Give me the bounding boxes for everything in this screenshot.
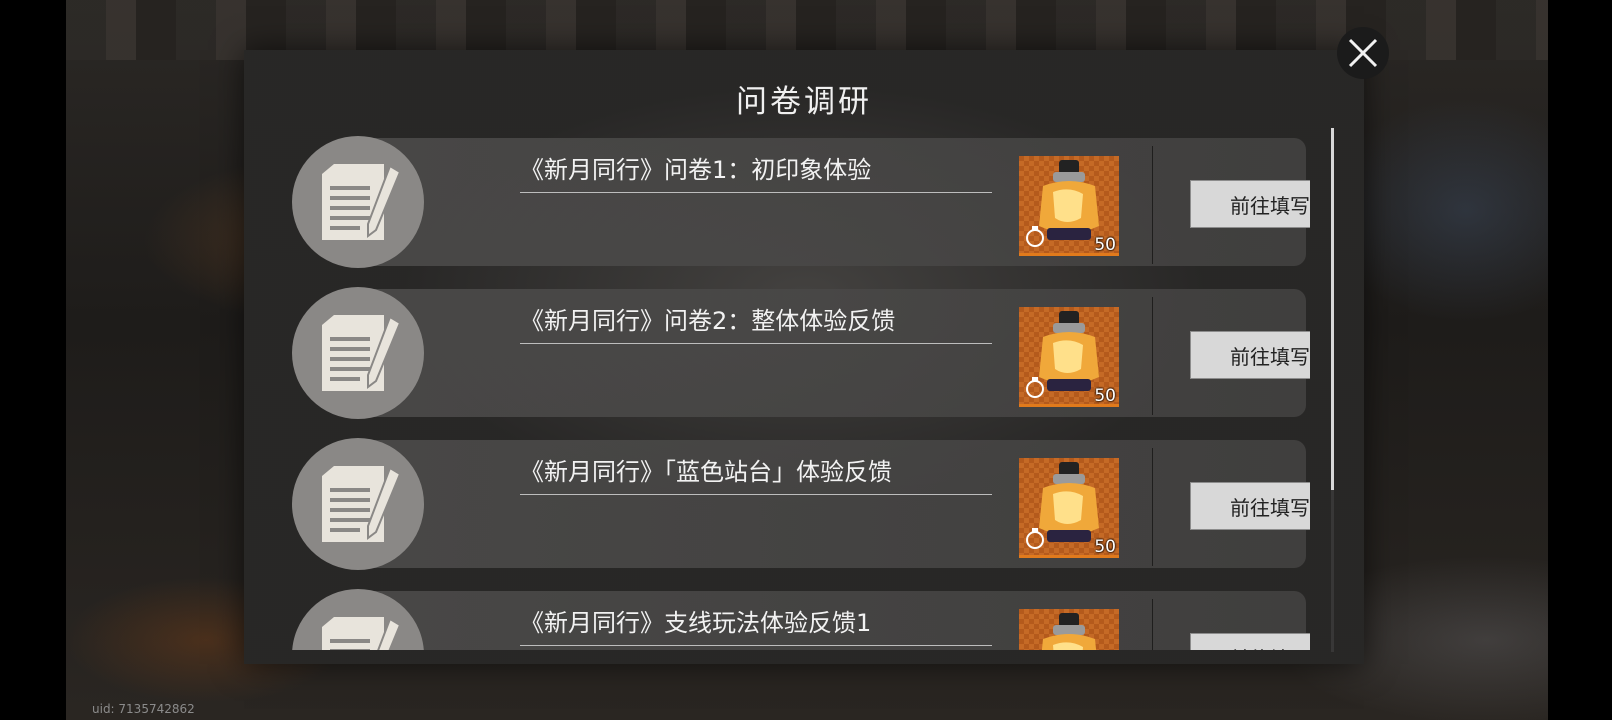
survey-title: 《新月同行》支线玩法体验反馈1 — [520, 609, 872, 637]
document-pen-icon — [322, 315, 402, 391]
title-underline — [520, 645, 992, 646]
close-button[interactable] — [1337, 27, 1389, 79]
survey-title: 《新月同行》问卷2：整体体验反馈 — [520, 307, 896, 335]
reward-item[interactable]: 50 — [1019, 156, 1119, 256]
survey-card: 《新月同行》问卷1：初印象体验 50 前往填写 — [356, 138, 1310, 266]
reward-rarity-bar — [1019, 555, 1119, 558]
reward-count: 50 — [1094, 537, 1116, 557]
title-underline — [520, 343, 992, 344]
document-pen-icon — [322, 466, 402, 542]
row-divider — [1152, 297, 1153, 415]
title-underline — [520, 494, 992, 495]
survey-row: 《新月同行》问卷2：整体体验反馈 50 前往填写 — [286, 285, 1310, 419]
reward-item[interactable]: 50 — [1019, 458, 1119, 558]
survey-icon-circle — [292, 136, 424, 268]
survey-icon-circle — [292, 438, 424, 570]
survey-list[interactable]: 《新月同行》问卷1：初印象体验 50 前往填写 《新月同行》问卷2：整体体验反馈… — [286, 134, 1310, 650]
row-divider — [1152, 599, 1153, 650]
scrollbar-thumb[interactable] — [1331, 128, 1334, 490]
reward-count: 50 — [1094, 235, 1116, 255]
title-underline — [520, 192, 992, 193]
survey-icon-circle — [292, 589, 424, 650]
reward-item[interactable]: 50 — [1019, 307, 1119, 407]
reward-rarity-bar — [1019, 404, 1119, 407]
survey-title: 《新月同行》问卷1：初印象体验 — [520, 156, 872, 184]
document-pen-icon — [322, 617, 402, 650]
reward-rarity-bar — [1019, 253, 1119, 256]
game-screen: 问卷调研 《新月同行》问卷1：初印象体验 50 前往填写 《新月同行》问卷2：整… — [0, 0, 1612, 720]
survey-title: 《新月同行》「蓝色站台」体验反馈 — [520, 458, 892, 486]
row-divider — [1152, 448, 1153, 566]
survey-card: 《新月同行》支线玩法体验反馈1 50 前往填写 — [356, 591, 1310, 650]
survey-row: 《新月同行》支线玩法体验反馈1 50 前往填写 — [286, 587, 1310, 650]
lantern-item-icon — [1041, 613, 1097, 650]
row-divider — [1152, 146, 1153, 264]
fill-survey-button[interactable]: 前往填写 — [1190, 180, 1310, 228]
survey-card: 《新月同行》「蓝色站台」体验反馈 50 前往填写 — [356, 440, 1310, 568]
fill-survey-button[interactable]: 前往填写 — [1190, 633, 1310, 650]
survey-icon-circle — [292, 287, 424, 419]
survey-row: 《新月同行》「蓝色站台」体验反馈 50 前往填写 — [286, 436, 1310, 570]
document-pen-icon — [322, 164, 402, 240]
fill-survey-button[interactable]: 前往填写 — [1190, 331, 1310, 379]
dialog-title: 问卷调研 — [736, 84, 872, 120]
reward-item[interactable]: 50 — [1019, 609, 1119, 650]
reward-count: 50 — [1094, 386, 1116, 406]
survey-card: 《新月同行》问卷2：整体体验反馈 50 前往填写 — [356, 289, 1310, 417]
uid-label: uid: 7135742862 — [92, 702, 195, 716]
survey-row: 《新月同行》问卷1：初印象体验 50 前往填写 — [286, 134, 1310, 268]
close-x-icon — [1348, 38, 1378, 68]
list-scrollbar[interactable] — [1331, 128, 1334, 652]
fill-survey-button[interactable]: 前往填写 — [1190, 482, 1310, 530]
